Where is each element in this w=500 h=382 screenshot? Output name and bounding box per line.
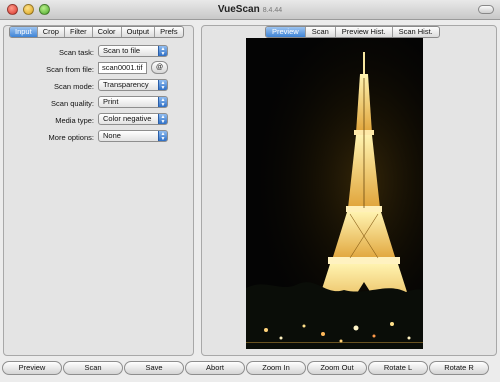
scan-mode-select[interactable]: Transparency ▲ ▼	[98, 79, 168, 91]
eiffel-tower-photo	[246, 38, 423, 349]
scan-button[interactable]: Scan	[63, 361, 123, 375]
scan-quality-label: Scan quality:	[51, 99, 94, 108]
preview-panel: Preview Scan Preview Hist. Scan Hist.	[201, 25, 497, 356]
zoom-in-button[interactable]: Zoom In	[246, 361, 306, 375]
tab-prefs[interactable]: Prefs	[155, 27, 183, 37]
tab-filter[interactable]: Filter	[65, 27, 93, 37]
rotate-left-button[interactable]: Rotate L	[368, 361, 428, 375]
scan-from-file-label: Scan from file:	[46, 65, 94, 74]
tab-scan[interactable]: Scan	[306, 27, 336, 37]
more-options-select[interactable]: None ▲ ▼	[98, 130, 168, 142]
tab-input[interactable]: Input	[10, 27, 38, 37]
media-type-value: Color negative	[103, 114, 152, 123]
title-bar: VueScan 8.4.44	[0, 0, 500, 20]
scan-from-file-field[interactable]: scan0001.tif	[98, 62, 147, 74]
popup-arrows-icon: ▲ ▼	[158, 97, 167, 107]
tab-preview-histogram[interactable]: Preview Hist.	[336, 27, 393, 37]
tab-preview[interactable]: Preview	[266, 27, 306, 37]
toolbar-toggle-button[interactable]	[478, 5, 494, 14]
preview-button[interactable]: Preview	[2, 361, 62, 375]
scan-quality-value: Print	[103, 97, 119, 106]
scan-mode-row: Scan mode: Transparency ▲ ▼	[4, 78, 193, 95]
action-buttons: Preview Scan Save Abort Zoom In Zoom Out…	[0, 360, 500, 380]
popup-arrows-icon: ▲ ▼	[158, 80, 167, 90]
preview-tabs: Preview Scan Preview Hist. Scan Hist.	[265, 26, 440, 38]
popup-arrows-icon: ▲ ▼	[158, 131, 167, 141]
input-form: Scan task: Scan to file ▲ ▼ Scan from fil…	[4, 44, 193, 146]
media-type-label: Media type:	[55, 116, 94, 125]
scan-quality-row: Scan quality: Print ▲ ▼	[4, 95, 193, 112]
tab-scan-histogram[interactable]: Scan Hist.	[393, 27, 439, 37]
scan-quality-select[interactable]: Print ▲ ▼	[98, 96, 168, 108]
scan-task-select[interactable]: Scan to file ▲ ▼	[98, 45, 168, 57]
scan-mode-value: Transparency	[103, 80, 149, 89]
scan-task-row: Scan task: Scan to file ▲ ▼	[4, 44, 193, 61]
rotate-right-button[interactable]: Rotate R	[429, 361, 489, 375]
browse-file-button[interactable]: @	[151, 61, 168, 74]
media-type-select[interactable]: Color negative ▲ ▼	[98, 113, 168, 125]
settings-tabs: Input Crop Filter Color Output Prefs	[9, 26, 184, 38]
media-type-row: Media type: Color negative ▲ ▼	[4, 112, 193, 129]
app-name: VueScan	[217, 4, 260, 15]
popup-arrows-icon: ▲ ▼	[158, 46, 167, 56]
scan-task-value: Scan to file	[103, 46, 141, 55]
abort-button[interactable]: Abort	[185, 361, 245, 375]
popup-arrows-icon: ▲ ▼	[158, 114, 167, 124]
app-version: 8.4.44	[262, 7, 283, 14]
more-options-label: More options:	[48, 133, 94, 142]
settings-panel: Input Crop Filter Color Output Prefs Sca…	[3, 25, 194, 356]
tab-crop[interactable]: Crop	[38, 27, 65, 37]
tab-output[interactable]: Output	[122, 27, 156, 37]
scan-task-label: Scan task:	[58, 48, 94, 57]
scan-mode-label: Scan mode:	[53, 82, 94, 91]
window-title: VueScan 8.4.44	[0, 4, 500, 15]
preview-image[interactable]	[246, 38, 423, 349]
save-button[interactable]: Save	[124, 361, 184, 375]
scan-from-file-row: Scan from file: scan0001.tif @	[4, 61, 193, 78]
more-options-row: More options: None ▲ ▼	[4, 129, 193, 146]
zoom-out-button[interactable]: Zoom Out	[307, 361, 367, 375]
tab-color[interactable]: Color	[93, 27, 122, 37]
more-options-value: None	[103, 131, 121, 140]
